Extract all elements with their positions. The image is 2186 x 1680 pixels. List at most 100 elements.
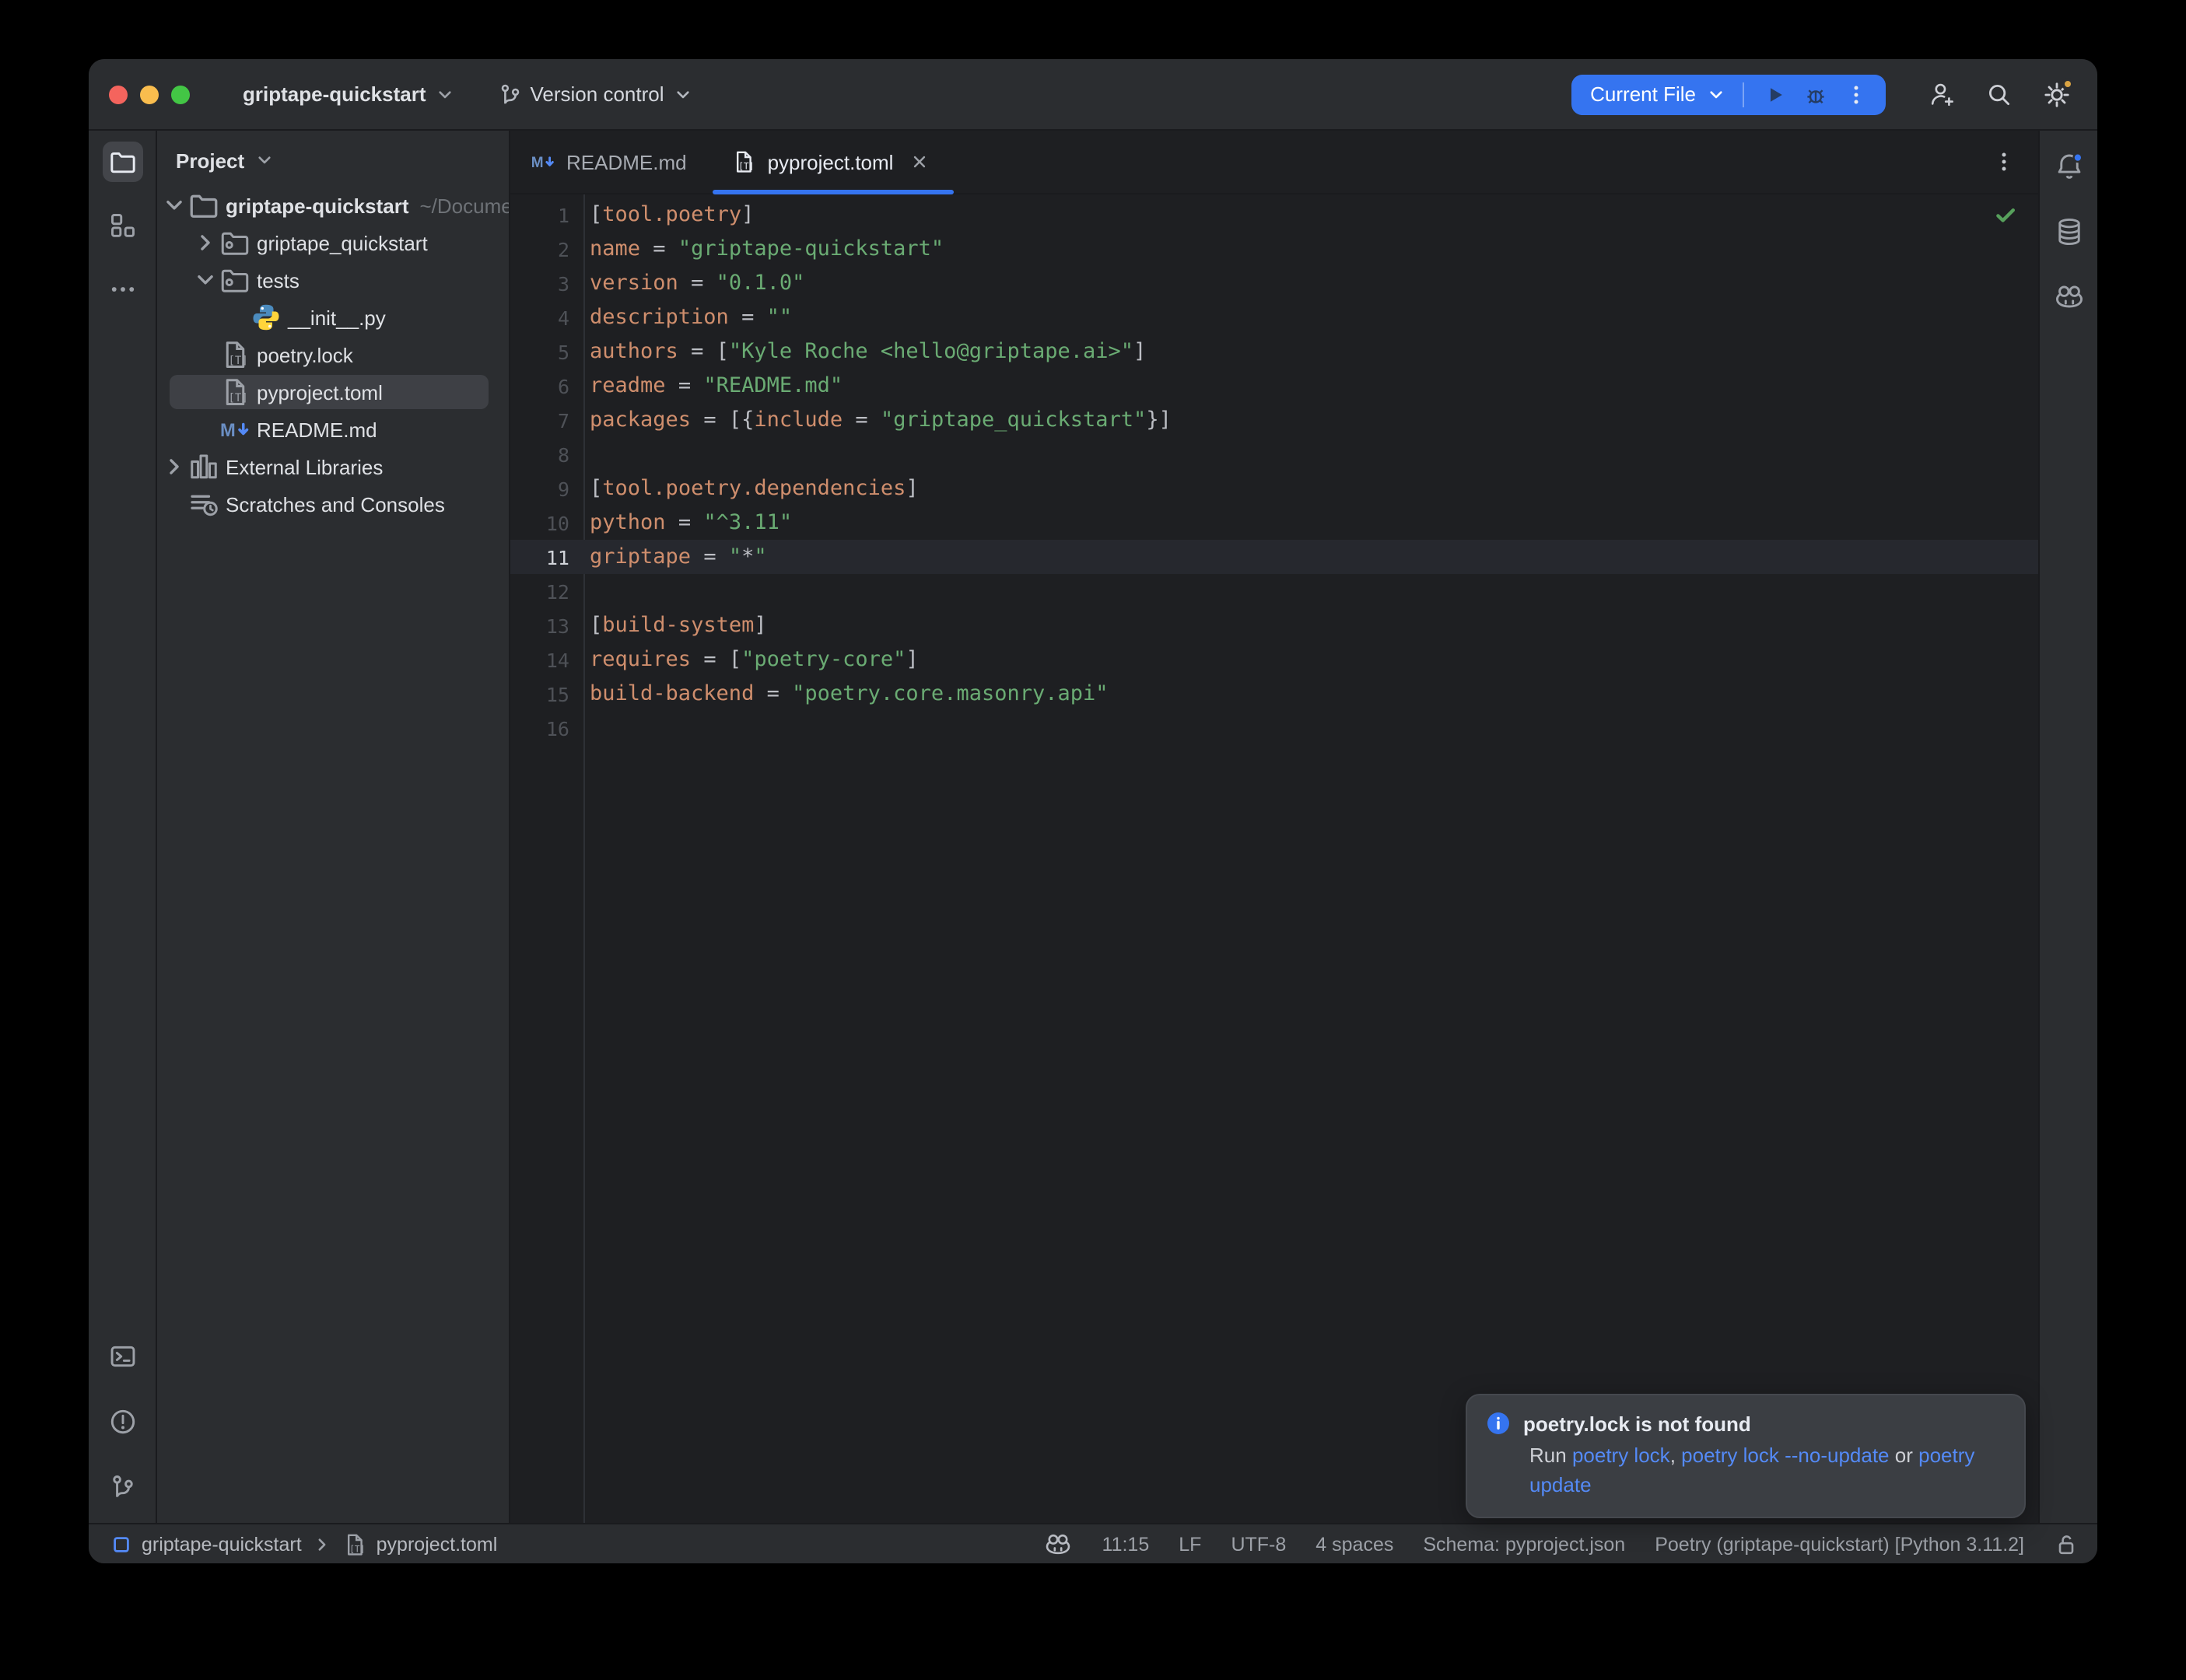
database-tool-window-button[interactable] — [2048, 212, 2089, 252]
tab-pyproject[interactable]: [T] pyproject.toml — [712, 131, 956, 193]
project-panel-header[interactable]: Project — [157, 137, 509, 184]
indent-widget[interactable]: 4 spaces — [1315, 1533, 1393, 1555]
code-line-15[interactable]: 15build-backend = "poetry.core.masonry.a… — [510, 677, 2038, 711]
tree-item-griptape-quickstart[interactable]: griptape-quickstart~/Docume — [157, 187, 509, 224]
chevron-down-icon — [254, 149, 275, 171]
code-line-16[interactable]: 16 — [510, 711, 2038, 745]
more-tool-windows-button[interactable] — [102, 269, 142, 310]
more-run-options-button[interactable] — [1836, 77, 1876, 111]
version-control-tool-window-button[interactable] — [102, 1467, 142, 1507]
folder-icon — [108, 148, 136, 176]
terminal-tool-window-button[interactable] — [102, 1336, 142, 1377]
code-line-10[interactable]: 10python = "^3.11" — [510, 506, 2038, 540]
code-text: [tool.poetry] — [569, 202, 754, 227]
code-line-7[interactable]: 7packages = [{include = "griptape_quicks… — [510, 403, 2038, 437]
chevron-right-icon[interactable] — [191, 229, 219, 257]
project-selector-label: griptape-quickstart — [243, 82, 426, 106]
run-configuration-selector[interactable]: Current File — [1590, 82, 1727, 106]
tree-item-griptape-quickstart[interactable]: griptape_quickstart — [157, 224, 509, 261]
unlock-icon[interactable] — [2054, 1531, 2079, 1556]
line-number: 9 — [510, 477, 569, 500]
line-number: 11 — [510, 545, 569, 569]
project-selector[interactable]: griptape-quickstart — [243, 82, 456, 106]
tree-item-readme-md[interactable]: MREADME.md — [157, 411, 509, 448]
tree-item-scratches-and-consoles[interactable]: Scratches and Consoles — [157, 485, 509, 523]
chevron-right-icon[interactable] — [160, 453, 188, 481]
svg-text:[T]: [T] — [349, 1543, 365, 1553]
code-line-9[interactable]: 9[tool.poetry.dependencies] — [510, 471, 2038, 506]
notifications-button[interactable] — [2048, 146, 2089, 187]
code-line-2[interactable]: 2name = "griptape-quickstart" — [510, 232, 2038, 266]
code-line-11[interactable]: 11griptape = "*" — [510, 540, 2038, 574]
tree-item-poetry-lock[interactable]: [T]poetry.lock — [157, 336, 509, 373]
breadcrumb-project[interactable]: griptape-quickstart — [142, 1533, 302, 1555]
tab-readme[interactable]: M README.md — [510, 131, 712, 193]
encoding-widget[interactable]: UTF-8 — [1231, 1533, 1286, 1555]
notification-link-poetry-lock[interactable]: poetry lock — [1572, 1444, 1670, 1467]
project-tool-window-button[interactable] — [102, 142, 142, 182]
ai-assistant-button[interactable] — [2048, 277, 2089, 317]
toml-file-icon: [T] — [732, 149, 757, 174]
code-text: python = "^3.11" — [569, 510, 792, 535]
vcs-selector[interactable]: Version control — [498, 82, 694, 107]
tree-item-init-py[interactable]: __init__.py — [157, 299, 509, 336]
tab-options-icon[interactable] — [1992, 149, 2016, 174]
problems-tool-window-button[interactable] — [102, 1402, 142, 1442]
code-line-13[interactable]: 13[build-system] — [510, 608, 2038, 642]
minimize-window-button[interactable] — [140, 85, 159, 103]
line-number: 3 — [510, 271, 569, 295]
line-number: 16 — [510, 716, 569, 740]
settings-button[interactable] — [2035, 72, 2079, 116]
chevron-down-icon[interactable] — [191, 266, 219, 294]
inspections-ok-icon[interactable] — [1993, 202, 2018, 227]
clock-widget[interactable]: 11:15 — [1102, 1533, 1150, 1555]
code-line-6[interactable]: 6readme = "README.md" — [510, 369, 2038, 403]
code-line-14[interactable]: 14requires = ["poetry-core"] — [510, 642, 2038, 677]
title-bar: griptape-quickstart Version control Curr… — [89, 59, 2097, 131]
code-line-4[interactable]: 4description = "" — [510, 300, 2038, 334]
interpreter-widget[interactable]: Poetry (griptape-quickstart) [Python 3.1… — [1655, 1533, 2024, 1555]
project-tree: griptape-quickstart~/Documegriptape_quic… — [157, 187, 509, 523]
chevron-down-icon — [1705, 83, 1727, 105]
run-configuration-label: Current File — [1590, 82, 1696, 106]
code-line-8[interactable]: 8 — [510, 437, 2038, 471]
search-everywhere-button[interactable] — [1978, 72, 2021, 116]
code-editor[interactable]: 1[tool.poetry]2name = "griptape-quicksta… — [510, 194, 2038, 1523]
schema-widget[interactable]: Schema: pyproject.json — [1423, 1533, 1625, 1555]
code-line-1[interactable]: 1[tool.poetry] — [510, 198, 2038, 232]
libraries-icon — [188, 451, 219, 482]
tree-item-pyproject-toml[interactable]: [T]pyproject.toml — [157, 373, 509, 411]
project-panel-title: Project — [176, 149, 244, 172]
toml-file-icon: [T] — [342, 1531, 367, 1556]
tree-item-external-libraries[interactable]: External Libraries — [157, 448, 509, 485]
debug-button[interactable] — [1795, 77, 1836, 111]
close-tab-icon[interactable] — [909, 151, 930, 173]
line-number: 14 — [510, 648, 569, 671]
code-text: [tool.poetry.dependencies] — [569, 476, 919, 501]
code-line-5[interactable]: 5authors = ["Kyle Roche <hello@griptape.… — [510, 334, 2038, 369]
structure-tool-window-button[interactable] — [102, 205, 142, 246]
copilot-status-icon[interactable] — [1045, 1530, 1073, 1558]
chevron-down-icon[interactable] — [160, 191, 188, 219]
editor-tab-bar: M README.md [T] pyproject.toml — [510, 131, 2038, 194]
code-line-12[interactable]: 12 — [510, 574, 2038, 608]
notification-link-poetry-lock-no-update[interactable]: poetry lock --no-update — [1681, 1444, 1889, 1467]
run-widget-divider — [1743, 82, 1744, 107]
code-line-3[interactable]: 3version = "0.1.0" — [510, 266, 2038, 300]
run-button[interactable] — [1755, 77, 1795, 111]
bug-icon — [1803, 82, 1828, 107]
line-separator-widget[interactable]: LF — [1179, 1533, 1201, 1555]
code-with-me-button[interactable] — [1920, 72, 1964, 116]
package-folder-icon — [219, 264, 250, 296]
project-panel: Project griptape-quickstart~/Documegript… — [157, 131, 510, 1523]
tree-item-label: griptape-quickstart — [226, 194, 409, 217]
left-tool-strip — [89, 131, 157, 1523]
breadcrumb-file[interactable]: pyproject.toml — [377, 1533, 498, 1555]
svg-text:M: M — [220, 420, 236, 441]
tree-item-tests[interactable]: tests — [157, 261, 509, 299]
project-icon — [110, 1533, 132, 1555]
close-window-button[interactable] — [109, 85, 128, 103]
code-text: packages = [{include = "griptape_quickst… — [569, 408, 1172, 432]
zoom-window-button[interactable] — [171, 85, 190, 103]
pycharm-window: griptape-quickstart Version control Curr… — [89, 59, 2097, 1563]
